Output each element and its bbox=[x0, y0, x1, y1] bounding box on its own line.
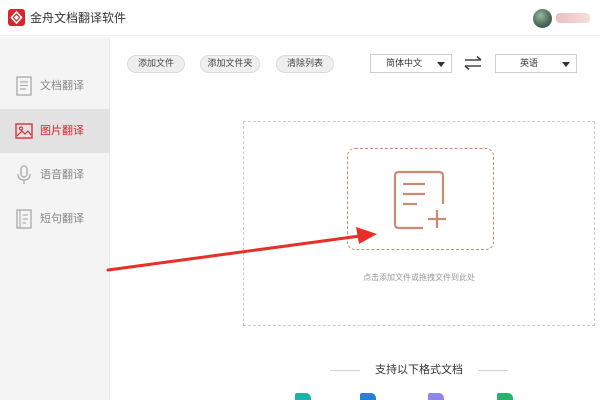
username-blurred[interactable] bbox=[556, 13, 590, 23]
text-icon bbox=[13, 208, 35, 230]
app-logo-icon bbox=[8, 9, 25, 26]
avatar[interactable] bbox=[533, 9, 552, 28]
image-icon bbox=[13, 120, 35, 142]
sidebar-item-sentence-translation[interactable]: 短句翻译 bbox=[0, 197, 110, 241]
txt-format-icon bbox=[497, 393, 513, 400]
document-icon bbox=[13, 75, 35, 97]
pdf-format-icon bbox=[428, 393, 444, 400]
sidebar-item-image-translation[interactable]: 图片翻译 bbox=[0, 109, 110, 153]
target-language-value: 英语 bbox=[519, 59, 538, 69]
sidebar-item-label: 短句翻译 bbox=[40, 212, 84, 225]
excel-format-icon bbox=[295, 393, 311, 400]
sidebar-item-label: 语音翻译 bbox=[40, 168, 84, 181]
sidebar-item-label: 文档翻译 bbox=[40, 79, 84, 92]
sidebar: 文档翻译 图片翻译 语音翻译 短句翻译 bbox=[0, 37, 110, 400]
app-title: 金舟文档翻译软件 bbox=[30, 11, 127, 25]
add-file-button[interactable]: 添加文件 bbox=[127, 55, 185, 73]
source-language-select[interactable]: 简体中文 bbox=[370, 54, 452, 73]
clear-list-button[interactable]: 清除列表 bbox=[276, 55, 334, 73]
source-language-value: 简体中文 bbox=[385, 59, 422, 69]
chevron-down-icon bbox=[562, 62, 570, 67]
divider-right bbox=[478, 370, 508, 371]
add-file-icon[interactable] bbox=[393, 170, 449, 232]
add-folder-button[interactable]: 添加文件夹 bbox=[200, 55, 260, 73]
sidebar-item-voice-translation[interactable]: 语音翻译 bbox=[0, 153, 110, 197]
app-window: 金舟文档翻译软件 文档翻译 图片翻译 语音翻译 短句翻译 添加文件 添加文件夹 … bbox=[0, 0, 600, 400]
word-format-icon bbox=[360, 393, 376, 400]
swap-arrows-icon[interactable] bbox=[462, 55, 484, 71]
sidebar-item-document-translation[interactable]: 文档翻译 bbox=[0, 64, 110, 108]
chevron-down-icon bbox=[437, 62, 445, 67]
microphone-icon bbox=[13, 164, 35, 186]
title-bar: 金舟文档翻译软件 bbox=[0, 0, 600, 36]
target-language-select[interactable]: 英语 bbox=[495, 54, 577, 73]
supported-formats-title: 支持以下格式文档 bbox=[375, 363, 463, 376]
sidebar-item-label: 图片翻译 bbox=[40, 124, 84, 137]
drop-zone-hint: 点击添加文件或拖拽文件到此处 bbox=[363, 273, 475, 282]
